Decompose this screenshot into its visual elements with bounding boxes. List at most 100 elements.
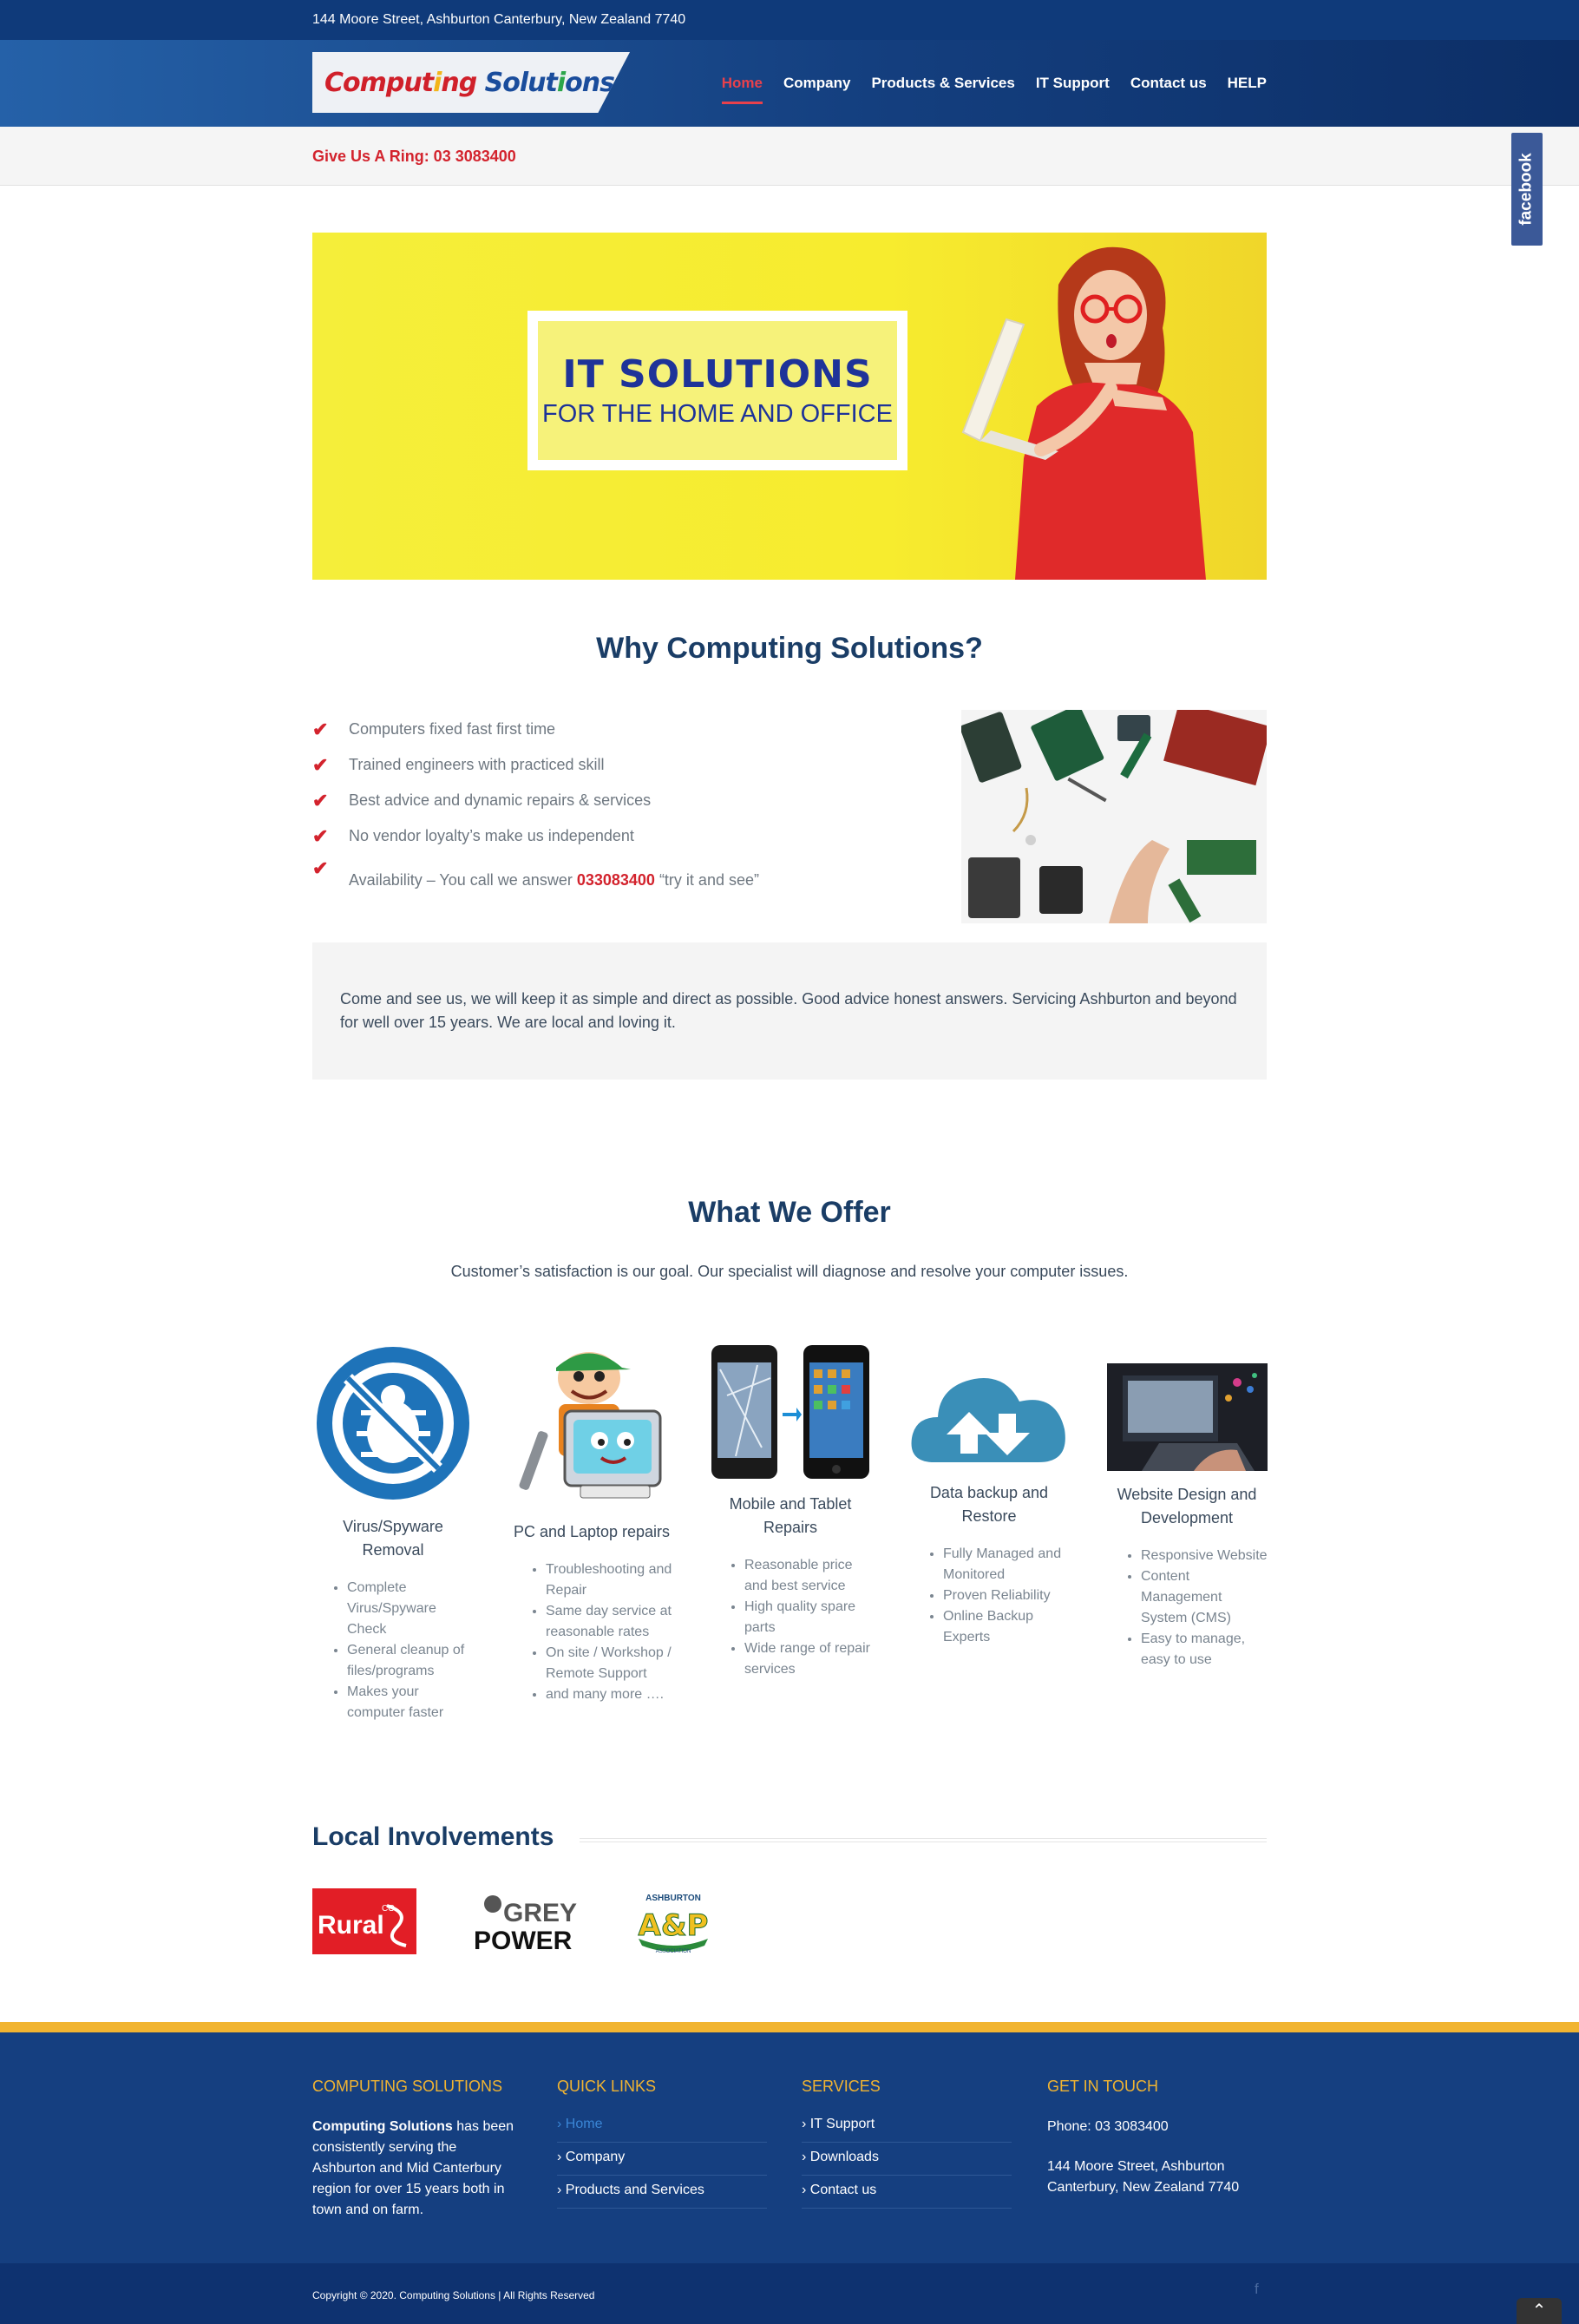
copyright-text: Copyright © 2020. Computing Solutions | … bbox=[312, 2289, 595, 2301]
footer-address: 144 Moore Street, Ashburton Canterbury, … bbox=[1047, 2159, 1240, 2195]
top-address-bar: 144 Moore Street, Ashburton Canterbury, … bbox=[0, 0, 1579, 40]
offer-title-pc-repair: PC and Laptop repairs bbox=[513, 1523, 671, 1540]
svg-text:ASHBURTON: ASHBURTON bbox=[645, 1894, 701, 1903]
pc-repair-mascot-icon bbox=[511, 1343, 672, 1508]
facebook-tab[interactable]: facebook bbox=[1511, 133, 1543, 246]
offer-card-web: Website Design and Development Responsiv… bbox=[1106, 1363, 1268, 1671]
hero-subtitle: FOR THE HOME AND OFFICE bbox=[542, 400, 893, 428]
footer-about-text: Computing Solutions has been consistentl… bbox=[312, 2119, 514, 2217]
check-icon: ✔ bbox=[312, 857, 329, 879]
offer-bullet: Online Backup Experts bbox=[943, 1606, 1070, 1648]
main-nav: Home Company Products & Services IT Supp… bbox=[721, 40, 1267, 127]
site-footer: COMPUTING SOLUTIONS Computing Solutions … bbox=[0, 2022, 1579, 2263]
footer-heading: GET IN TOUCH bbox=[1047, 2078, 1159, 2095]
offer-bullet: Troubleshooting and Repair bbox=[546, 1559, 672, 1601]
check-icon: ✔ bbox=[312, 789, 329, 811]
offer-title: What We Offer bbox=[688, 1196, 891, 1229]
why-title: Why Computing Solutions? bbox=[596, 632, 983, 665]
offer-bullet: Wide range of repair services bbox=[744, 1638, 871, 1680]
footer-heading: COMPUTING SOLUTIONS bbox=[312, 2078, 503, 2095]
footer-about: COMPUTING SOLUTIONS Computing Solutions … bbox=[312, 2078, 522, 2221]
nav-products-services[interactable]: Products & Services bbox=[871, 68, 1014, 99]
hero-title: IT SOLUTIONS bbox=[562, 352, 873, 397]
phone-bar: Give Us A Ring: 03 3083400 bbox=[0, 127, 1579, 186]
offer-bullet: Proven Reliability bbox=[943, 1585, 1070, 1606]
offer-bullet: General cleanup of files/programs bbox=[347, 1640, 474, 1682]
offer-bullet: Reasonable price and best service bbox=[744, 1555, 871, 1597]
offer-title-mobile: Mobile and Tablet Repairs bbox=[729, 1495, 852, 1536]
why-item: ✔ Availability – You call we answer 03308… bbox=[312, 857, 759, 889]
ashburton-ap-logo[interactable]: ASHBURTON A&P ASSOCIATION bbox=[632, 1888, 715, 1954]
svg-text:POWER: POWER bbox=[474, 1927, 573, 1954]
svg-text:GREY: GREY bbox=[503, 1899, 577, 1927]
web-design-photo bbox=[1106, 1363, 1268, 1471]
offer-bullet: Same day service at reasonable rates bbox=[546, 1601, 672, 1643]
phone-cta[interactable]: Give Us A Ring: 03 3083400 bbox=[312, 148, 516, 165]
footer-link-contact[interactable]: › Contact us bbox=[802, 2176, 1012, 2209]
offer-bullet: High quality spare parts bbox=[744, 1597, 871, 1638]
footer-link-products[interactable]: › Products and Services bbox=[557, 2176, 767, 2209]
facebook-icon[interactable]: f bbox=[1255, 2281, 1259, 2298]
nav-company[interactable]: Company bbox=[783, 68, 850, 99]
footer-link-it-support[interactable]: › IT Support bbox=[802, 2117, 1012, 2143]
computer-parts-image bbox=[961, 710, 1267, 923]
offer-bullet: Responsive Website bbox=[1141, 1546, 1268, 1566]
svg-text:ASSOCIATION: ASSOCIATION bbox=[656, 1949, 691, 1954]
offer-bullet: Makes your computer faster bbox=[347, 1682, 474, 1723]
grey-power-logo[interactable]: GREY POWER bbox=[468, 1888, 588, 1954]
availability-phone[interactable]: 033083400 bbox=[577, 871, 655, 889]
offer-intro: Customer’s satisfaction is our goal. Our… bbox=[450, 1263, 1129, 1280]
virus-icon bbox=[312, 1343, 474, 1503]
info-box: Come and see us, we will keep it as simp… bbox=[312, 942, 1267, 1080]
copyright-bar: Copyright © 2020. Computing Solutions | … bbox=[0, 2263, 1579, 2324]
offer-card-virus: Virus/Spyware Removal Complete Virus/Spy… bbox=[312, 1343, 474, 1723]
offer-bullet: On site / Workshop / Remote Support bbox=[546, 1643, 672, 1684]
why-item: ✔ Best advice and dynamic repairs & servi… bbox=[312, 789, 652, 811]
local-involvements-title: Local Involvements bbox=[312, 1822, 554, 1851]
footer-contact: GET IN TOUCH Phone: 03 3083400 144 Moore… bbox=[1047, 2078, 1257, 2198]
offer-bullet: Easy to manage, easy to use bbox=[1141, 1629, 1268, 1671]
footer-quick-links: QUICK LINKS › Home › Company › Products … bbox=[557, 2078, 767, 2209]
footer-heading: QUICK LINKS bbox=[557, 2078, 657, 2095]
nav-it-support[interactable]: IT Support bbox=[1036, 68, 1110, 99]
nav-home[interactable]: Home bbox=[721, 68, 763, 104]
logo-text: Computing Solutions bbox=[324, 67, 615, 98]
phone-repair-icon bbox=[710, 1343, 871, 1480]
check-icon: ✔ bbox=[312, 718, 329, 740]
site-header: Computing Solutions Home Company Product… bbox=[0, 40, 1579, 127]
offer-card-backup: Data backup and Restore Fully Managed an… bbox=[908, 1367, 1070, 1648]
site-logo[interactable]: Computing Solutions bbox=[312, 52, 630, 113]
hero-text-box: IT SOLUTIONS FOR THE HOME AND OFFICE bbox=[527, 311, 907, 470]
facebook-tab-label: facebook bbox=[1517, 153, 1536, 226]
check-icon: ✔ bbox=[312, 753, 329, 776]
woman-with-laptop-image bbox=[961, 246, 1206, 580]
footer-phone: Phone: 03 3083400 bbox=[1047, 2119, 1169, 2134]
why-list: ✔ Computers fixed fast first time ✔ Traine… bbox=[312, 712, 920, 906]
footer-link-company[interactable]: › Company bbox=[557, 2143, 767, 2176]
offer-bullet: Fully Managed and Monitored bbox=[943, 1544, 1070, 1585]
svg-text:Rural: Rural bbox=[318, 1911, 384, 1940]
offer-bullet: and many more …. bbox=[546, 1684, 672, 1705]
top-address: 144 Moore Street, Ashburton Canterbury, … bbox=[312, 12, 686, 27]
offer-title-web: Website Design and Development bbox=[1117, 1486, 1257, 1526]
offer-title-backup: Data backup and Restore bbox=[929, 1484, 1049, 1525]
offer-bullet: Complete Virus/Spyware Check bbox=[347, 1578, 474, 1640]
svg-text:A&P: A&P bbox=[639, 1908, 709, 1943]
offer-card-mobile: Mobile and Tablet Repairs Reasonable pri… bbox=[710, 1343, 871, 1680]
cloud-backup-icon bbox=[908, 1367, 1070, 1469]
offer-bullet: Content Management System (CMS) bbox=[1141, 1566, 1268, 1629]
offer-card-pc-repair: PC and Laptop repairs Troubleshooting an… bbox=[511, 1343, 672, 1705]
why-item: ✔ Trained engineers with practiced skill bbox=[312, 753, 605, 776]
offer-title-virus: Virus/Spyware Removal bbox=[343, 1518, 443, 1559]
footer-services: SERVICES › IT Support › Downloads › Cont… bbox=[802, 2078, 1012, 2209]
title-divider bbox=[580, 1838, 1267, 1842]
hero-banner: IT SOLUTIONS FOR THE HOME AND OFFICE bbox=[312, 233, 1267, 580]
scroll-to-top-icon[interactable]: ⌃ bbox=[1517, 2298, 1562, 2324]
nav-contact-us[interactable]: Contact us bbox=[1130, 68, 1207, 99]
check-icon: ✔ bbox=[312, 824, 329, 847]
footer-link-home[interactable]: › Home bbox=[557, 2117, 767, 2143]
rural-co-logo[interactable]: Rural CO bbox=[312, 1888, 416, 1954]
why-item: ✔ Computers fixed fast first time bbox=[312, 718, 556, 740]
footer-link-downloads[interactable]: › Downloads bbox=[802, 2143, 1012, 2176]
nav-help[interactable]: HELP bbox=[1228, 68, 1267, 99]
